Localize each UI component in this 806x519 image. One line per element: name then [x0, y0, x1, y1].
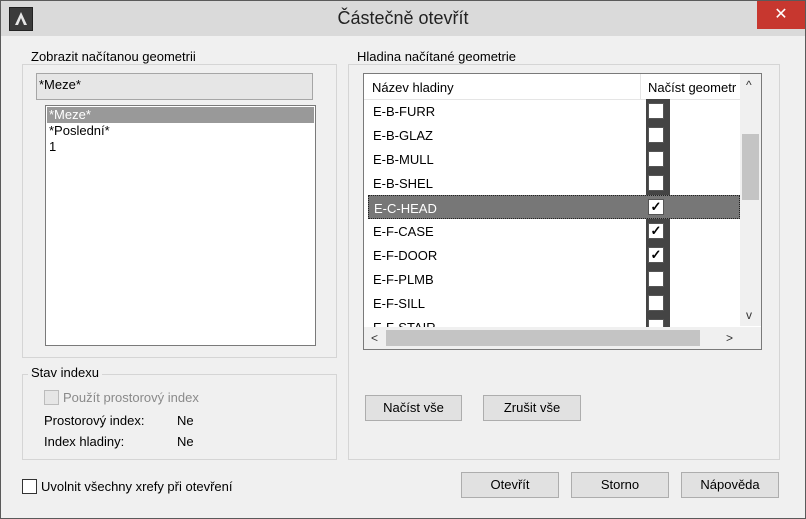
view-geometry-group-label: Zobrazit načítanou geometrii	[28, 49, 199, 64]
vertical-scroll-thumb[interactable]	[742, 134, 759, 200]
layer-load-checkbox[interactable]	[648, 175, 664, 191]
vertical-scrollbar[interactable]: ^ v	[740, 74, 761, 326]
table-row[interactable]: E-B-SHEL	[368, 171, 740, 195]
layer-load-checkbox[interactable]	[648, 295, 664, 311]
column-header-load-geometry[interactable]: Načíst geometr	[648, 80, 740, 95]
layer-load-checkbox[interactable]: ✓	[648, 247, 664, 263]
layer-name: E-B-GLAZ	[373, 128, 433, 143]
scroll-left-icon[interactable]: <	[371, 331, 378, 345]
column-separator[interactable]	[640, 74, 641, 99]
table-row[interactable]: E-B-GLAZ	[368, 123, 740, 147]
table-row[interactable]: E-F-DOOR	[368, 243, 740, 267]
views-list[interactable]: *Meze* *Poslední* 1	[45, 105, 316, 346]
unload-xrefs-label[interactable]: Uvolnit všechny xrefy při otevření	[41, 479, 232, 494]
clear-all-button[interactable]: Zrušit vše	[483, 395, 581, 421]
list-item-view-0[interactable]: *Meze*	[47, 107, 314, 123]
window-title: Částečně otevřít	[337, 8, 469, 28]
layer-name: E-B-FURR	[373, 104, 436, 119]
scroll-right-icon[interactable]: >	[726, 331, 733, 345]
layer-index-label: Index hladiny:	[44, 434, 125, 449]
layer-name: E-F-PLMB	[373, 272, 434, 287]
layers-table-header: Název hladiny Načíst geometr	[364, 74, 740, 100]
table-row[interactable]: E-F-PLMB	[368, 267, 740, 291]
layers-table[interactable]: Název hladiny Načíst geometr E-B-FURR E-…	[363, 73, 762, 350]
layer-name: E-B-SHEL	[373, 176, 433, 191]
load-all-button[interactable]: Načíst vše	[365, 395, 462, 421]
list-item-view-1[interactable]: *Poslední*	[47, 123, 314, 139]
horizontal-scroll-thumb[interactable]	[386, 330, 700, 346]
use-spatial-index-checkbox[interactable]	[44, 390, 59, 405]
table-row[interactable]: E-F-SILL	[368, 291, 740, 315]
horizontal-scrollbar[interactable]: < >	[364, 327, 761, 349]
list-item-view-2[interactable]: 1	[47, 139, 314, 155]
layer-index-value: Ne	[177, 434, 194, 449]
spatial-index-label: Prostorový index:	[44, 413, 145, 428]
layer-load-checkbox[interactable]	[648, 127, 664, 143]
layer-load-checkbox[interactable]	[648, 103, 664, 119]
index-status-group-label: Stav indexu	[28, 365, 102, 380]
table-row[interactable]: E-B-MULL	[368, 147, 740, 171]
layer-geometry-group-label: Hladina načítané geometrie	[354, 49, 519, 64]
scroll-down-icon[interactable]: v	[746, 308, 752, 322]
scroll-up-icon[interactable]: ^	[746, 78, 752, 92]
dialog-window: Částečně otevřít ✕ Zobrazit načítanou ge…	[0, 0, 806, 519]
table-row-selected[interactable]: E-C-HEAD	[368, 195, 740, 219]
unload-xrefs-checkbox[interactable]	[22, 479, 37, 494]
table-row[interactable]: E-F-CASE	[368, 219, 740, 243]
layer-load-checkbox[interactable]	[648, 271, 664, 287]
layer-name: E-F-CASE	[373, 224, 434, 239]
current-view-field[interactable]: *Meze*	[36, 73, 313, 100]
use-spatial-index-label: Použít prostorový index	[63, 390, 199, 405]
table-row[interactable]: E-B-FURR	[368, 99, 740, 123]
layer-name: E-F-SILL	[373, 296, 426, 311]
layer-name: E-B-MULL	[373, 152, 434, 167]
close-button[interactable]: ✕	[757, 1, 805, 29]
cancel-button[interactable]: Storno	[571, 472, 669, 498]
layer-name: E-C-HEAD	[374, 201, 437, 216]
layer-load-checkbox[interactable]	[648, 151, 664, 167]
open-button[interactable]: Otevřít	[461, 472, 559, 498]
layer-load-checkbox[interactable]: ✓	[648, 223, 664, 239]
help-button[interactable]: Nápověda	[681, 472, 779, 498]
layer-load-checkbox[interactable]: ✓	[648, 199, 664, 215]
spatial-index-value: Ne	[177, 413, 194, 428]
column-header-layer-name[interactable]: Název hladiny	[372, 80, 454, 95]
layer-name: E-F-DOOR	[373, 248, 438, 263]
title-bar[interactable]: Částečně otevřít ✕	[1, 1, 805, 36]
